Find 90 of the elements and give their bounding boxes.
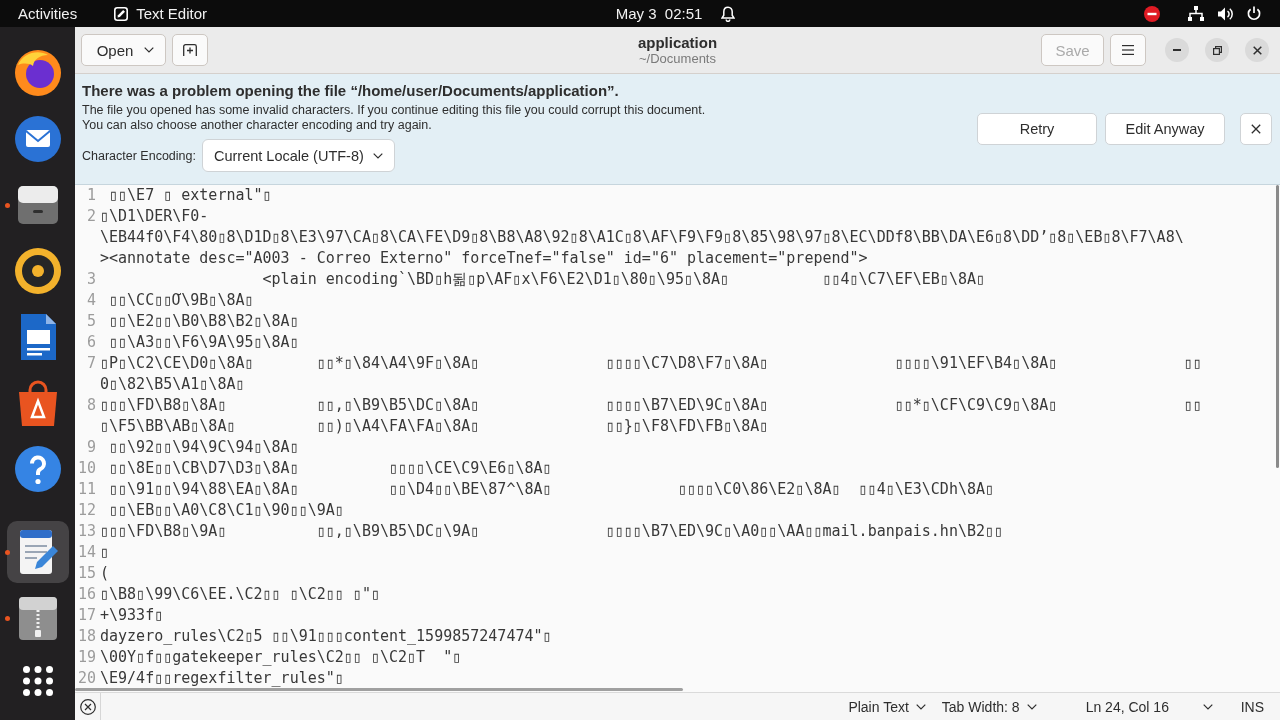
code-line: \E9/4f▯▯regexfilter_rules"▯ xyxy=(100,668,344,689)
close-button[interactable] xyxy=(1245,38,1269,62)
insert-mode-label: INS xyxy=(1240,698,1264,715)
power-icon[interactable] xyxy=(1247,6,1261,21)
clock-button[interactable]: May 3 02:51 xyxy=(615,5,736,22)
network-icon[interactable] xyxy=(1188,6,1204,21)
line-number: 3 xyxy=(85,269,97,290)
line-number: 7 xyxy=(85,353,97,374)
code-line: ▯▯▯\FD\B8▯\9A▯ ▯▯,▯\B9\B5\DC▯\9A▯ ▯▯▯▯\B7\ED\9C▯\A0▯▯\AA▯▯mail.banpais.hn\B2▯▯ xyxy=(100,521,1004,542)
caret-icon xyxy=(915,703,926,710)
envelope-icon[interactable] xyxy=(13,115,62,163)
minimize-icon xyxy=(1173,49,1181,51)
code-line: ▯▯\EB▯▯\A0\C8\C1▯\90▯▯\9A▯ xyxy=(108,500,344,521)
line-number: 17 xyxy=(76,605,97,626)
line-number: 2 xyxy=(85,206,97,227)
code-line: ▯▯\E7 ▯ external"▯ xyxy=(108,185,272,206)
caret-icon xyxy=(144,47,155,53)
code-line: ( xyxy=(100,563,110,584)
no-entry-icon[interactable] xyxy=(1144,5,1160,22)
globe-icon[interactable] xyxy=(13,49,62,97)
encoding-dropdown[interactable]: Current Locale (UTF-8) xyxy=(201,139,395,172)
help-icon[interactable] xyxy=(13,445,62,493)
bell-icon xyxy=(721,5,736,22)
code-line: ><annotate desc="A003 - Correo Externo" forceTnef="false" id="6" placement="prepend"> xyxy=(100,248,868,269)
line-number: 20 xyxy=(76,668,97,689)
code-line: +\933f▯ xyxy=(100,605,164,626)
caret-icon xyxy=(1026,703,1037,710)
error-message: The file you opened has some invalid characters. If you continue editing this file you could corrupt this document. You can also choose another character encoding and try again. xyxy=(82,103,706,133)
encoding-label: Character Encoding: xyxy=(82,148,196,163)
open-button[interactable]: Open xyxy=(81,34,166,66)
line-number: 14 xyxy=(76,542,97,563)
language-selector[interactable]: Plain Text xyxy=(840,693,934,720)
retry-button[interactable]: Retry xyxy=(977,113,1097,145)
caret-icon xyxy=(372,152,383,159)
line-number: 5 xyxy=(85,311,97,332)
code-line: ▯\D1\DER\F0- xyxy=(100,206,209,227)
line-number: 1 xyxy=(85,185,97,206)
line-number: 13 xyxy=(76,521,97,542)
line-number: 10 xyxy=(76,458,97,479)
restore-button[interactable] xyxy=(1205,38,1229,62)
close-icon xyxy=(1251,124,1261,134)
line-number: 8 xyxy=(85,395,97,416)
line-number: 19 xyxy=(76,647,97,668)
line-number: 12 xyxy=(76,500,97,521)
line-number: 16 xyxy=(76,584,97,605)
window-subtitle: ~/Documents xyxy=(639,51,716,66)
code-line: \00Y▯f▯▯gatekeeper_rules\C2▯▯ ▯\C2▯T "▯ xyxy=(100,647,462,668)
code-line: <plain encoding`\BD▯h됢▯p\AF▯x\F6\E2\D1▯\80▯\95▯\8A▯ ▯▯4▯\C7\EF\EB▯\8A▯ xyxy=(261,269,986,290)
menu-icon xyxy=(1122,45,1134,55)
speaker-icon[interactable] xyxy=(13,247,62,295)
line-number: 4 xyxy=(85,290,97,311)
restore-icon xyxy=(1212,45,1222,55)
edit-anyway-button[interactable]: Edit Anyway xyxy=(1105,113,1225,145)
code-line: ▯▯\92▯▯\94\9C\94▯\8A▯ xyxy=(108,437,299,458)
close-circle-icon xyxy=(79,698,96,715)
close-icon xyxy=(1252,45,1262,55)
new-tab-button[interactable] xyxy=(172,34,208,66)
vertical-scrollbar[interactable] xyxy=(1276,185,1279,468)
horizontal-scrollbar[interactable] xyxy=(75,688,683,691)
code-line: ▯▯▯\FD\B8▯\8A▯ ▯▯,▯\B9\B5\DC▯\8A▯ ▯▯▯▯\B7\ED\9C▯\8A▯ ▯▯*▯\CF\C9\C9▯\8A▯ ▯▯ xyxy=(100,395,1202,416)
code-line: ▯▯\CC▯▯Ơ\9B▯\8A▯ xyxy=(108,290,254,311)
code-line: dayzero_rules\C2▯5 ▯▯\91▯▯▯content_1599857247474"▯ xyxy=(100,626,552,647)
text-editor-icon xyxy=(114,6,129,21)
code-line: ▯\F5\BB\AB▯\8A▯ ▯▯)▯\A4\FA\FA▯\8A▯ ▯▯}▯\F8\FD\FB▯\8A▯ xyxy=(100,416,769,437)
minimize-button[interactable] xyxy=(1165,38,1189,62)
code-line: ▯ xyxy=(100,542,110,563)
new-tab-icon xyxy=(183,44,197,56)
line-number: 18 xyxy=(76,626,97,647)
volume-icon[interactable] xyxy=(1218,6,1233,21)
line-number: 6 xyxy=(85,332,97,353)
code-line: ▯▯\A3▯▯\F6\9A\95▯\8A▯ xyxy=(108,332,299,353)
code-line: 0▯\82\B5\A1▯\8A▯ xyxy=(100,374,245,395)
line-number: 9 xyxy=(85,437,97,458)
menu-button[interactable] xyxy=(1110,34,1146,66)
code-line: ▯▯\E2▯▯\B0\B8\B2▯\8A▯ xyxy=(108,311,299,332)
code-line: ▯\B8▯\99\C6\EE.\C2▯▯ ▯\C2▯▯ ▯"▯ xyxy=(100,584,380,605)
app-grid-icon[interactable] xyxy=(22,666,53,696)
tab-width-selector[interactable]: Tab Width: 8 xyxy=(933,693,1045,720)
window-title: application xyxy=(637,34,718,51)
code-line: ▯P▯\C2\CE\D0▯\8A▯ ▯▯*▯\84\A4\9F▯\8A▯ ▯▯▯▯\C7\D8\F7▯\8A▯ ▯▯▯▯\91\EF\B4▯\8A▯ ▯▯ xyxy=(100,353,1202,374)
code-line: ▯▯\91▯▯\94\88\EA▯\8A▯ ▯▯\D4▯▯\BE\87^\8A▯ ▯▯▯▯\C0\86\E2▯\8A▯ ▯▯4▯\E3\CDh\8A▯ xyxy=(108,479,995,500)
app-menu[interactable]: Text Editor xyxy=(114,5,208,22)
cursor-position-button[interactable]: Ln 24, Col 16 xyxy=(1077,693,1221,720)
caret-icon xyxy=(1202,703,1213,710)
activities-button[interactable]: Activities xyxy=(18,5,78,22)
code-line: \EB44f0\F4\80▯8\D1D▯8\E3\97\CA▯8\CA\FE\D9▯8\B8\A8\92▯8\A1C▯8\AF\F9\F9▯8\85\98\97▯8\EC\DDf8\BB\DA\E6▯8\DD’▯8▯\EB▯8\F7\A8\ xyxy=(100,227,1184,248)
line-number: 11 xyxy=(76,479,97,500)
error-title: There was a problem opening the file “/home/user/Documents/application”. xyxy=(82,82,619,100)
line-number: 15 xyxy=(76,563,97,584)
code-line: ▯▯\8E▯▯\CB\D7\D3▯\8A▯ ▯▯▯▯\CE\C9\E6▯\8A▯ xyxy=(108,458,552,479)
